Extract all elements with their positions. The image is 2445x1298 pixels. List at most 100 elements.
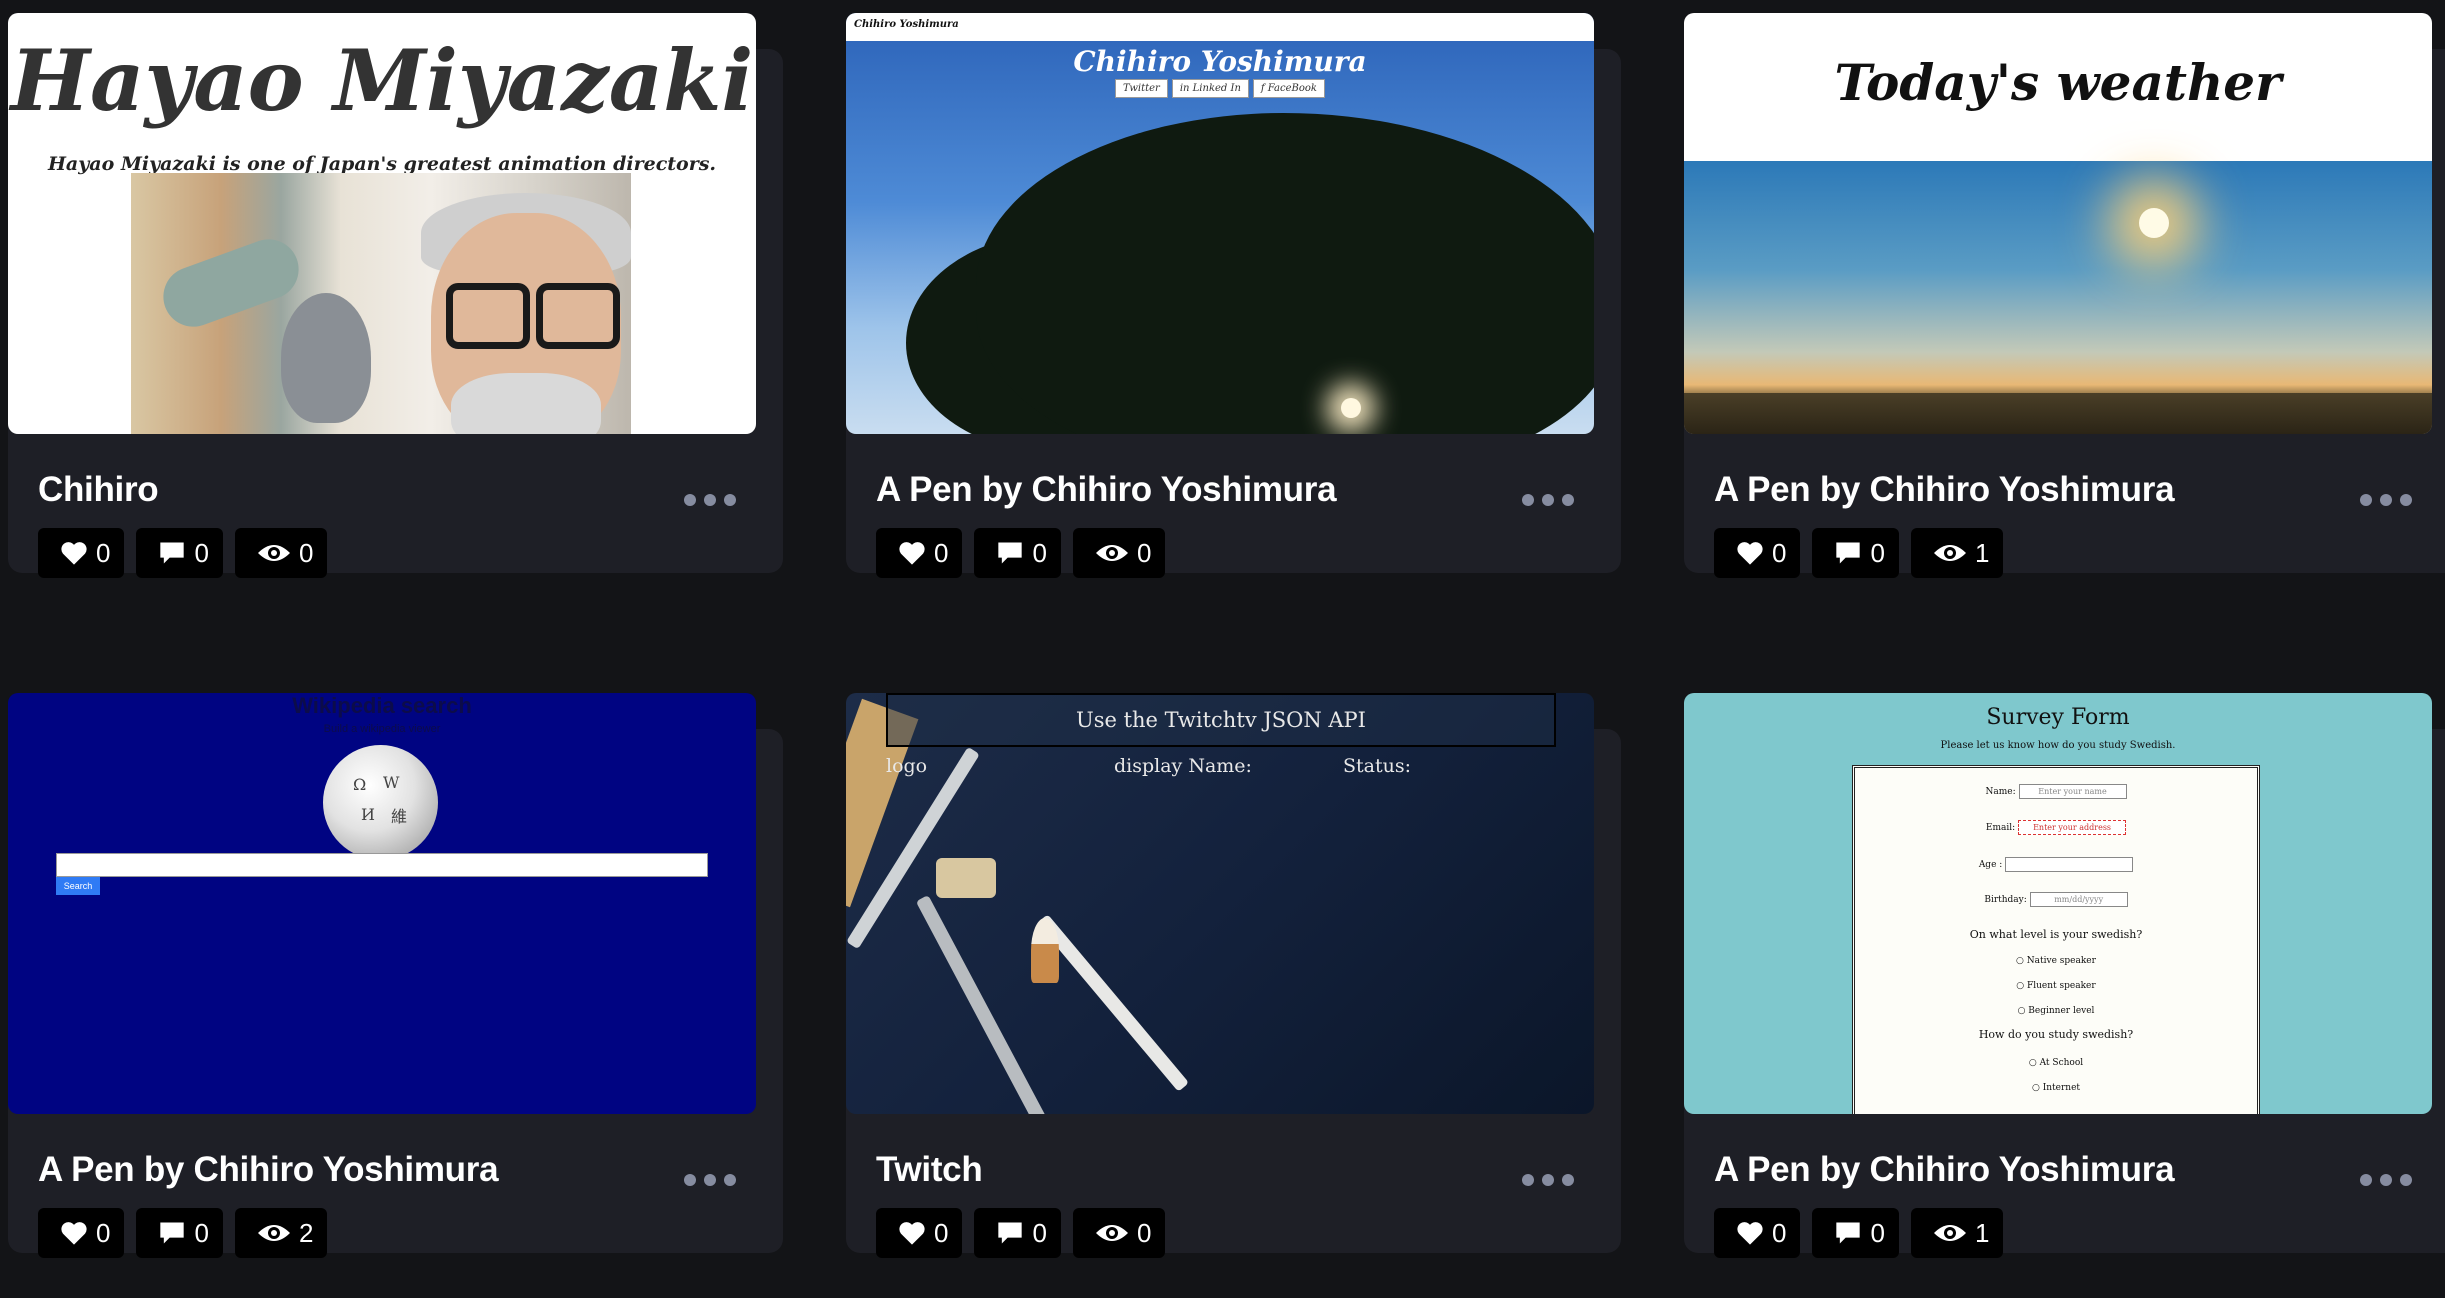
pen-card: Survey Form Please let us know how do yo… — [1684, 693, 2445, 1258]
preview-topbar-text: Chihiro Yoshimura — [854, 19, 959, 30]
like-button[interactable]: 0 — [38, 1208, 125, 1258]
preview-option-label: At School — [2039, 1058, 2084, 1068]
wikipedia-globe-icon: ΩWИ維 — [323, 745, 438, 860]
more-dots-icon[interactable] — [1522, 1168, 1578, 1192]
eye-icon — [1095, 1225, 1128, 1241]
pen-title[interactable]: A Pen by Chihiro Yoshimura — [38, 1150, 499, 1190]
preview-subheading: Please let us know how do you study Swed… — [1940, 740, 2176, 751]
comment-icon — [160, 1222, 185, 1244]
preview-heading: Hayao Miyazaki — [10, 31, 754, 130]
like-button[interactable]: 0 — [876, 528, 963, 578]
views-button[interactable]: 1 — [1910, 528, 2004, 578]
comment-button[interactable]: 0 — [1812, 528, 1899, 578]
preview-subheading: Hayao Miyazaki is one of Japan's greates… — [47, 153, 717, 175]
preview-heading: Survey Form — [1986, 705, 2130, 730]
pen-title[interactable]: A Pen by Chihiro Yoshimura — [876, 470, 1337, 510]
like-button[interactable]: 0 — [38, 528, 125, 578]
comment-icon — [998, 1222, 1023, 1244]
comment-button[interactable]: 0 — [974, 1208, 1061, 1258]
pen-preview[interactable]: Chihiro Yoshimura Chihiro Yoshimura Twit… — [846, 13, 1594, 434]
preview-form-field: Enter your address — [2018, 820, 2127, 835]
comment-count: 0 — [1870, 1217, 1885, 1248]
preview-col-status: Status: — [1343, 755, 1412, 777]
eye-icon — [1933, 1225, 1966, 1241]
pen-title[interactable]: Chihiro — [38, 470, 159, 510]
linkedin-button: in Linked In — [1171, 79, 1249, 98]
preview-col-name: display Name: — [1114, 755, 1252, 777]
preview-topbar: Chihiro Yoshimura — [846, 13, 1594, 41]
pen-stats: 0 0 0 — [876, 1208, 1166, 1258]
more-dots-icon[interactable] — [1522, 488, 1578, 512]
preview-banner: Use the Twitchtv JSON API — [886, 693, 1556, 747]
view-count: 1 — [1974, 1217, 1990, 1248]
preview-form-row: Email: Enter your address — [1855, 820, 2257, 835]
like-button[interactable]: 0 — [876, 1208, 963, 1258]
heart-icon — [1737, 1222, 1763, 1245]
more-dots-icon[interactable] — [684, 1168, 740, 1192]
pen-stats: 0 0 0 — [876, 528, 1166, 578]
preview-search-input — [56, 853, 708, 877]
comment-icon — [1836, 1222, 1861, 1244]
comment-count: 0 — [1032, 537, 1047, 568]
pen-title[interactable]: A Pen by Chihiro Yoshimura — [1714, 1150, 2175, 1190]
comment-button[interactable]: 0 — [1812, 1208, 1899, 1258]
heart-icon — [899, 1222, 925, 1245]
more-dots-icon[interactable] — [684, 488, 740, 512]
comment-button[interactable]: 0 — [136, 1208, 223, 1258]
views-button[interactable]: 0 — [1072, 1208, 1166, 1258]
heart-icon — [899, 542, 925, 565]
like-button[interactable]: 0 — [1714, 1208, 1801, 1258]
view-count: 2 — [298, 1217, 314, 1248]
views-button[interactable]: 2 — [234, 1208, 328, 1258]
preview-option: ○ At School — [2028, 1058, 2084, 1068]
preview-form-field — [2005, 857, 2134, 872]
preview-col-logo: logo — [886, 755, 928, 777]
preview-heading: Chihiro Yoshimura — [1073, 45, 1367, 78]
preview-image — [131, 173, 631, 434]
eye-icon — [257, 545, 290, 561]
pen-preview[interactable]: Survey Form Please let us know how do yo… — [1684, 693, 2432, 1114]
comment-count: 0 — [194, 537, 209, 568]
pen-title[interactable]: A Pen by Chihiro Yoshimura — [1714, 470, 2175, 510]
comment-button[interactable]: 0 — [974, 528, 1061, 578]
comment-icon — [1836, 542, 1861, 564]
preview-survey-form: Name: Enter your name Email: Enter your … — [1852, 765, 2260, 1114]
preview-form-field: Enter your name — [2018, 784, 2127, 799]
preview-social-buttons: Twitter in Linked In f FaceBook — [846, 79, 1594, 98]
preview-option-label: Beginner level — [2028, 1006, 2095, 1016]
pen-card: Wikipedia search Build a wikipedia viewe… — [8, 693, 783, 1258]
views-button[interactable]: 1 — [1910, 1208, 2004, 1258]
pen-preview[interactable]: Today's weather — [1684, 13, 2432, 434]
comment-count: 0 — [1032, 1217, 1047, 1248]
preview-option-label: Internet — [2042, 1083, 2081, 1093]
preview-form-label: Name: — [1985, 787, 2016, 797]
preview-option: ○ Native speaker — [2016, 956, 2096, 966]
pen-preview[interactable]: Wikipedia search Build a wikipedia viewe… — [8, 693, 756, 1114]
heart-icon — [1737, 542, 1763, 565]
pen-stats: 0 0 2 — [38, 1208, 328, 1258]
view-count: 0 — [298, 537, 314, 568]
eye-icon — [1095, 545, 1128, 561]
more-dots-icon[interactable] — [2360, 488, 2416, 512]
like-button[interactable]: 0 — [1714, 528, 1801, 578]
comment-count: 0 — [1870, 537, 1885, 568]
pen-preview[interactable]: Use the Twitchtv JSON API logo display N… — [846, 693, 1594, 1114]
pen-stats: 0 0 1 — [1714, 528, 2004, 578]
preview-question: How do you study swedish? — [1978, 1028, 2134, 1041]
view-count: 0 — [1136, 1217, 1152, 1248]
eye-icon — [257, 1225, 290, 1241]
views-button[interactable]: 0 — [234, 528, 328, 578]
views-button[interactable]: 0 — [1072, 528, 1166, 578]
pen-card: Chihiro Yoshimura Chihiro Yoshimura Twit… — [846, 13, 1621, 578]
preview-question: On what level is your swedish? — [1969, 928, 2143, 941]
heart-icon — [61, 542, 87, 565]
more-dots-icon[interactable] — [2360, 1168, 2416, 1192]
pen-title[interactable]: Twitch — [876, 1150, 983, 1190]
preview-search-button: Search — [56, 877, 100, 895]
comment-icon — [998, 542, 1023, 564]
facebook-button: f FaceBook — [1252, 79, 1325, 98]
pen-card: Hayao Miyazaki Hayao Miyazaki is one of … — [8, 13, 783, 578]
preview-option: ○ Beginner level — [2017, 1006, 2095, 1016]
comment-button[interactable]: 0 — [136, 528, 223, 578]
pen-preview[interactable]: Hayao Miyazaki Hayao Miyazaki is one of … — [8, 13, 756, 434]
